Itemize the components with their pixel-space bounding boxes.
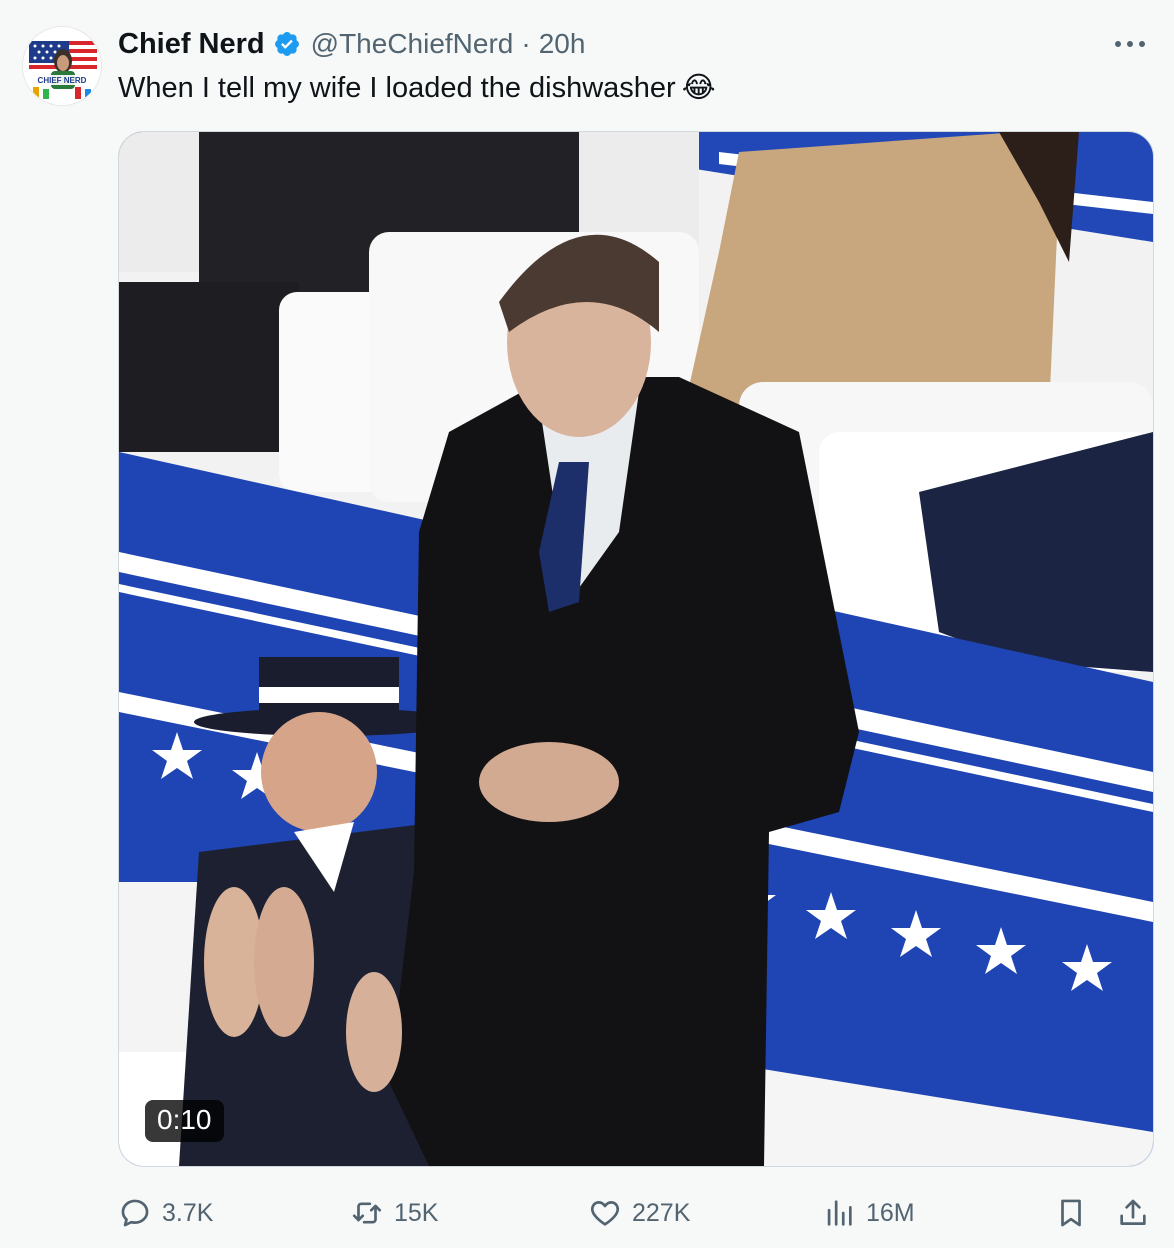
heart-icon — [590, 1201, 620, 1226]
views-count: 16M — [866, 1198, 915, 1227]
tweet-card[interactable]: CHIEF NERD Chief Nerd @TheChiefNerd · 20… — [0, 0, 1174, 1248]
avatar[interactable]: CHIEF NERD — [22, 26, 102, 106]
tweet-text: When I tell my wife I loaded the dishwas… — [118, 68, 716, 108]
repost-count: 15K — [394, 1198, 439, 1227]
avatar-image: CHIEF NERD — [23, 27, 101, 105]
retweet-icon — [352, 1202, 382, 1224]
more-icon[interactable] — [1110, 28, 1150, 60]
reply-icon — [121, 1199, 149, 1227]
action-bar: 3.7K 15K 227K 16M — [118, 1190, 1158, 1236]
bookmark-icon — [1061, 1199, 1081, 1227]
views-button[interactable]: 16M — [822, 1190, 915, 1236]
like-button[interactable]: 227K — [588, 1190, 690, 1236]
video-player[interactable]: 0:10 — [118, 131, 1154, 1167]
repost-button[interactable]: 15K — [350, 1190, 438, 1236]
avatar-label: CHIEF NERD — [38, 76, 87, 85]
bookmark-button[interactable] — [1054, 1190, 1088, 1236]
share-button[interactable] — [1116, 1190, 1150, 1236]
tweet-text-content: When I tell my wife I loaded the dishwas… — [118, 72, 676, 104]
tweet-header: Chief Nerd @TheChiefNerd · 20h — [118, 26, 585, 62]
share-icon — [1120, 1199, 1146, 1225]
verified-badge-icon — [273, 30, 301, 58]
video-frame — [119, 132, 1153, 1166]
separator-dot: · — [521, 28, 531, 59]
display-name[interactable]: Chief Nerd — [118, 28, 265, 61]
reply-count: 3.7K — [162, 1198, 214, 1227]
like-count: 227K — [632, 1198, 691, 1227]
timestamp[interactable]: 20h — [539, 28, 586, 60]
video-duration: 0:10 — [145, 1100, 224, 1142]
tears-of-joy-emoji: 😂 — [681, 72, 716, 104]
views-icon — [827, 1200, 852, 1226]
reply-button[interactable]: 3.7K — [118, 1190, 213, 1236]
user-handle[interactable]: @TheChiefNerd — [311, 28, 514, 60]
